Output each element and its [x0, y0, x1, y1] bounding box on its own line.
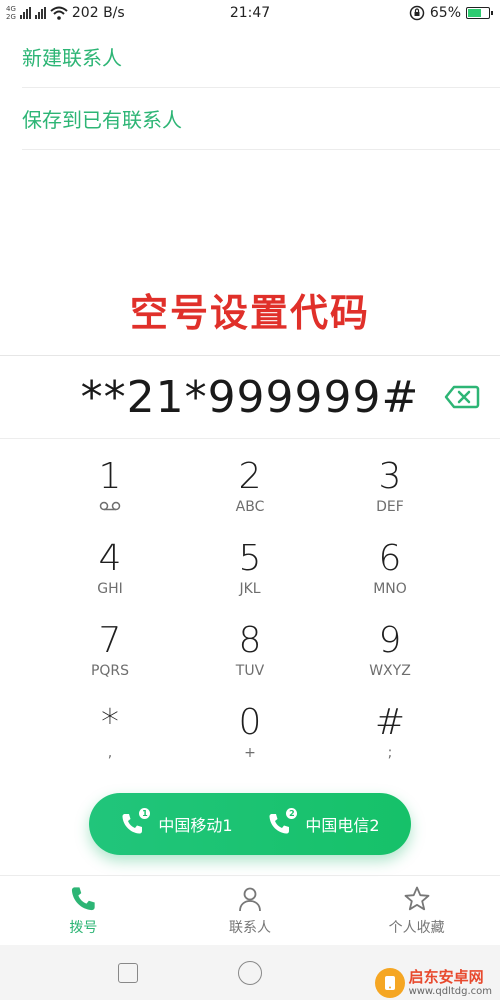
- sim1-label: 中国移动1: [158, 816, 233, 835]
- caption-overlay: 空号设置代码: [129, 291, 370, 335]
- key-letters: ,: [107, 745, 113, 761]
- phone-icon: [72, 886, 95, 910]
- key-3[interactable]: 3 DEF: [320, 445, 460, 527]
- key-1[interactable]: 1: [40, 445, 180, 527]
- phone-icon: 1: [120, 808, 151, 836]
- status-bar: 4G 2G 202 B/s 21:47 65%: [0, 0, 500, 26]
- key-digit: 0: [238, 702, 262, 743]
- key-digit: 1: [98, 456, 122, 497]
- key-digit: 4: [98, 538, 122, 579]
- key-0[interactable]: 0 +: [180, 691, 320, 773]
- sim1-badge: 1: [139, 808, 151, 819]
- tab-favorites[interactable]: 个人收藏: [333, 876, 500, 945]
- watermark-logo-icon: [374, 968, 405, 998]
- dial-display: **21*999999#: [0, 355, 500, 439]
- key-6[interactable]: 6 MNO: [320, 527, 460, 609]
- bottom-navigation: 拨号 联系人 个人收藏: [0, 875, 500, 945]
- status-right: 65%: [409, 5, 493, 21]
- key-8[interactable]: 8 TUV: [180, 609, 320, 691]
- key-digit: 6: [378, 538, 402, 579]
- keypad: 1 2 ABC 3 DEF 4 GHI 5 JKL 6 MNO 7 PQRS 8 TUV 9 WXYZ *, 0 + #…: [40, 445, 460, 775]
- key-digit: 8: [238, 620, 262, 661]
- watermark: 启东安卓网 www.qdltdg.com: [374, 967, 492, 998]
- key-letters: TUV: [235, 663, 265, 679]
- key-7[interactable]: 7 PQRS: [40, 609, 180, 691]
- call-sim2-button[interactable]: 2 中国电信2: [261, 793, 385, 855]
- network-type: 4G 2G: [6, 5, 16, 21]
- status-left: 4G 2G 202 B/s: [6, 5, 125, 21]
- key-digit: 3: [378, 456, 402, 497]
- signal-icon-2: [34, 7, 46, 19]
- key-letters: GHI: [97, 581, 123, 597]
- tab-contacts-label: 联系人: [229, 919, 271, 936]
- phone-icon: 2: [267, 808, 298, 836]
- watermark-url: www.qdltdg.com: [408, 985, 492, 997]
- key-digit: 7: [98, 620, 122, 661]
- battery-percent: 65%: [429, 5, 461, 21]
- rotation-lock-icon: [409, 5, 425, 21]
- battery-icon: [466, 7, 493, 19]
- person-icon: [239, 887, 261, 911]
- sim2-badge: 2: [286, 808, 298, 819]
- voicemail-icon: [99, 499, 121, 515]
- key-5[interactable]: 5 JKL: [180, 527, 320, 609]
- tab-contacts[interactable]: 联系人: [167, 876, 334, 945]
- key-letters: MNO: [373, 581, 407, 597]
- key-letters: ;: [387, 745, 393, 761]
- call-button-bar: 1 中国移动1 2 中国电信2: [89, 793, 411, 855]
- key-letters: +: [244, 745, 256, 761]
- key-digit: #: [374, 702, 406, 743]
- watermark-title: 启东安卓网: [408, 967, 484, 986]
- recent-apps-button[interactable]: [118, 962, 138, 983]
- tab-dial-label: 拨号: [69, 919, 98, 936]
- star-icon: [404, 886, 430, 910]
- key-letters: WXYZ: [369, 663, 411, 679]
- tab-dial[interactable]: 拨号: [0, 876, 167, 945]
- key-digit: 9: [378, 620, 402, 661]
- key-4[interactable]: 4 GHI: [40, 527, 180, 609]
- wifi-icon: [50, 6, 68, 20]
- key-9[interactable]: 9 WXYZ: [320, 609, 460, 691]
- key-letters: PQRS: [90, 663, 130, 679]
- key-letters: ABC: [235, 499, 265, 515]
- home-button[interactable]: [238, 960, 262, 985]
- key-2[interactable]: 2 ABC: [180, 445, 320, 527]
- key-hash[interactable]: #;: [320, 691, 460, 773]
- signal-icon: [19, 7, 31, 19]
- network-speed: 202 B/s: [71, 5, 125, 21]
- key-digit: 5: [238, 538, 262, 579]
- key-digit: *: [101, 702, 119, 743]
- network-type-bottom: 2G: [6, 13, 16, 21]
- new-contact-option[interactable]: 新建联系人: [22, 26, 500, 88]
- call-sim1-button[interactable]: 1 中国移动1: [114, 793, 238, 855]
- sim2-label: 中国电信2: [305, 816, 380, 835]
- dialed-number[interactable]: **21*999999#: [81, 372, 420, 423]
- key-star[interactable]: *,: [40, 691, 180, 773]
- network-type-top: 4G: [6, 5, 16, 13]
- save-to-existing-contact-option[interactable]: 保存到已有联系人: [22, 88, 500, 150]
- key-letters: DEF: [376, 499, 404, 515]
- battery-fill: [468, 9, 481, 17]
- backspace-icon[interactable]: [444, 384, 480, 410]
- key-digit: 2: [238, 456, 262, 497]
- tab-favorites-label: 个人收藏: [388, 919, 445, 936]
- key-letters: JKL: [239, 581, 261, 597]
